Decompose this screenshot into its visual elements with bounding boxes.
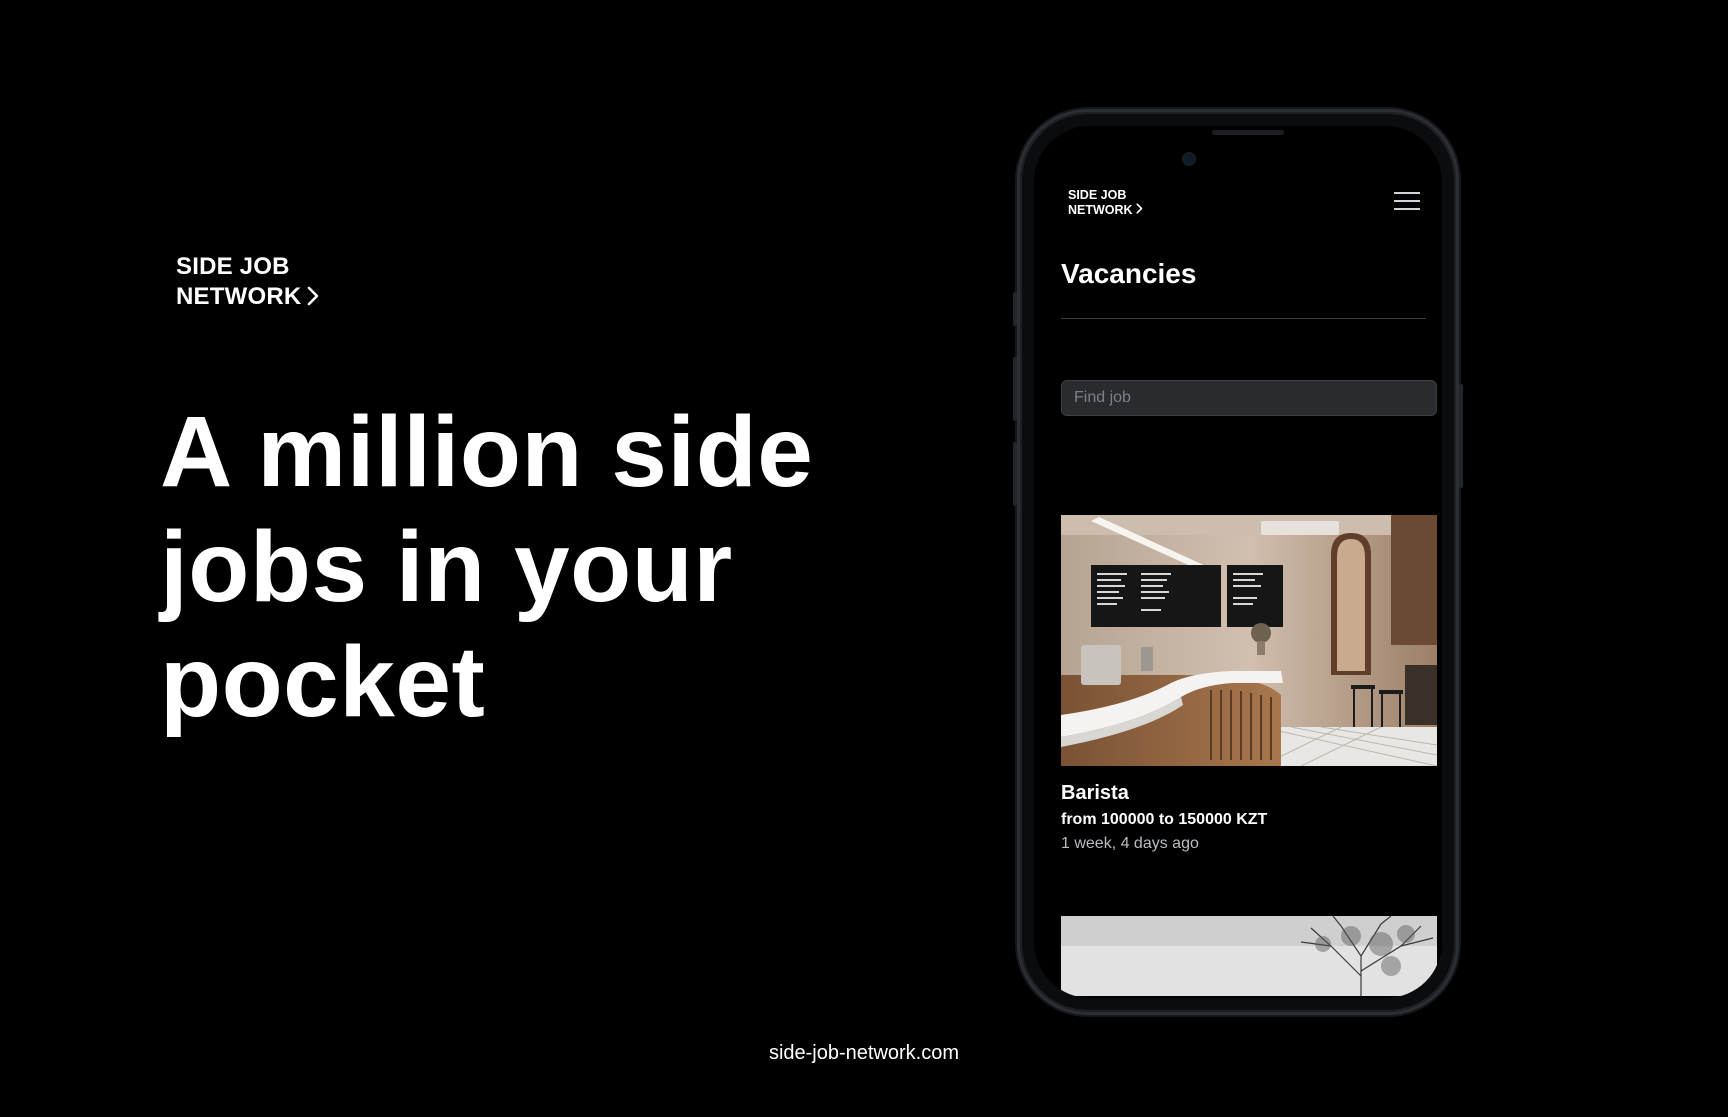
- search-input[interactable]: [1061, 380, 1437, 416]
- snowy-tree-image: [1061, 916, 1437, 996]
- hero-headline: A million side jobs in your pocket: [160, 396, 814, 738]
- phone-camera: [1184, 154, 1194, 164]
- brand-logo[interactable]: SIDE JOB NETWORK: [176, 252, 319, 314]
- page-title: Vacancies: [1061, 258, 1197, 289]
- cafe-interior-image: [1061, 515, 1437, 766]
- phone-volume-up: [1013, 357, 1017, 421]
- chevron-right-icon: [307, 284, 319, 314]
- landing-page: SIDE JOB NETWORK A million side jobs in …: [0, 0, 1728, 1117]
- app-brand-line-2: NETWORK: [1068, 203, 1133, 217]
- job-salary: from 100000 to 150000 KZT: [1061, 811, 1268, 828]
- phone-speaker: [1212, 130, 1284, 135]
- phone-power-button: [1459, 384, 1463, 488]
- title-divider: [1061, 318, 1426, 319]
- phone-screen: SIDE JOB NETWORK Vacancies Find job Bari…: [1034, 126, 1442, 998]
- phone-mute-switch: [1013, 292, 1017, 326]
- app-brand-logo[interactable]: SIDE JOB NETWORK: [1068, 188, 1143, 218]
- phone-volume-down: [1013, 442, 1017, 506]
- phone-mockup: SIDE JOB NETWORK Vacancies Find job Bari…: [1013, 112, 1463, 1012]
- chevron-right-icon: [1135, 203, 1143, 218]
- brand-line-1: SIDE JOB: [176, 253, 290, 280]
- website-link[interactable]: side-job-network.com: [0, 1042, 1728, 1065]
- job-posted-time: 1 week, 4 days ago: [1061, 835, 1199, 852]
- brand-line-2: NETWORK: [176, 283, 302, 310]
- vacancy-card[interactable]: [1061, 916, 1437, 996]
- app-brand-line-1: SIDE JOB: [1068, 188, 1127, 202]
- job-title: Barista: [1061, 782, 1129, 804]
- hamburger-menu-icon[interactable]: [1394, 190, 1420, 212]
- vacancy-card[interactable]: Barista from 100000 to 150000 KZT 1 week…: [1061, 515, 1437, 853]
